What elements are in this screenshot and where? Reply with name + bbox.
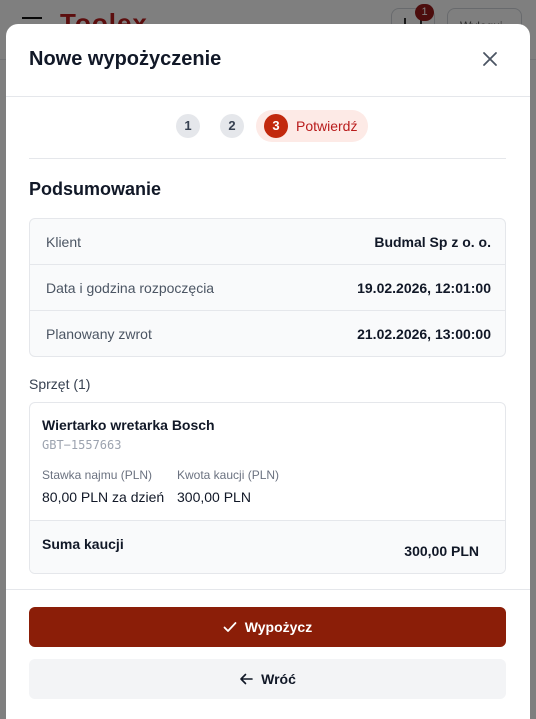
rate-label: Stawka najmu (PLN) — [42, 468, 153, 482]
rent-button-content: Wypożycz — [29, 607, 506, 647]
rent-button[interactable]: Wypożycz — [29, 607, 506, 647]
step-2[interactable]: 2 — [220, 114, 244, 138]
equipment-name: Wiertarko wretarka Bosch — [42, 417, 215, 433]
summary-value: 19.02.2026, 12:01:00 — [357, 280, 491, 296]
check-icon — [223, 622, 237, 633]
close-button[interactable] — [476, 48, 504, 72]
equipment-card: Wiertarko wretarka Bosch GBT−1557663 Sta… — [29, 402, 506, 574]
step-3-label: Potwierdź — [296, 118, 358, 134]
deposit-total-label: Suma kaucji — [42, 536, 124, 552]
stepper: 1 2 3 Potwierdź — [6, 110, 530, 142]
back-button-content: Wróć — [29, 659, 506, 699]
back-button-label: Wróć — [261, 671, 296, 687]
close-icon — [483, 52, 497, 66]
step-3-number: 3 — [264, 114, 288, 138]
summary-label: Klient — [46, 234, 82, 250]
step-3-active[interactable]: 3 Potwierdź — [256, 110, 368, 142]
equipment-code: GBT−1557663 — [42, 438, 122, 452]
deposit-total-value: 300,00 PLN — [404, 543, 479, 559]
deposit-total: Suma kaucji 300,00 PLN — [30, 520, 505, 573]
rate-value: 80,00 PLN za dzień — [42, 489, 165, 505]
summary-table: Klient Budmal Sp z o. o. Data i godzina … — [29, 218, 506, 357]
summary-value: Budmal Sp z o. o. — [374, 234, 491, 250]
deposit-label: Kwota kaucji (PLN) — [177, 468, 280, 482]
rent-button-label: Wypożycz — [244, 619, 313, 635]
summary-label: Data i godzina rozpoczęcia — [46, 280, 215, 296]
step-1[interactable]: 1 — [176, 114, 200, 138]
deposit-value: 300,00 PLN — [177, 489, 251, 505]
summary-row-start: Data i godzina rozpoczęcia 19.02.2026, 1… — [30, 265, 505, 311]
arrow-left-icon — [240, 673, 253, 685]
summary-title: Podsumowanie — [29, 179, 162, 199]
back-button[interactable]: Wróć — [29, 659, 506, 699]
modal-footer: Wypożycz Wróć — [6, 589, 530, 719]
rental-modal: Nowe wypożyczenie 1 2 3 Potwierdź Podsum… — [6, 24, 530, 719]
summary-row-client: Klient Budmal Sp z o. o. — [30, 219, 505, 265]
summary-row-return: Planowany zwrot 21.02.2026, 13:00:00 — [30, 311, 505, 356]
summary-value: 21.02.2026, 13:00:00 — [357, 326, 491, 342]
modal-title: Nowe wypożyczenie — [29, 48, 222, 70]
divider — [29, 158, 506, 159]
summary-label: Planowany zwrot — [46, 326, 152, 342]
modal-header: Nowe wypożyczenie — [6, 24, 530, 97]
equipment-section-label: Sprzęt (1) — [29, 376, 91, 392]
